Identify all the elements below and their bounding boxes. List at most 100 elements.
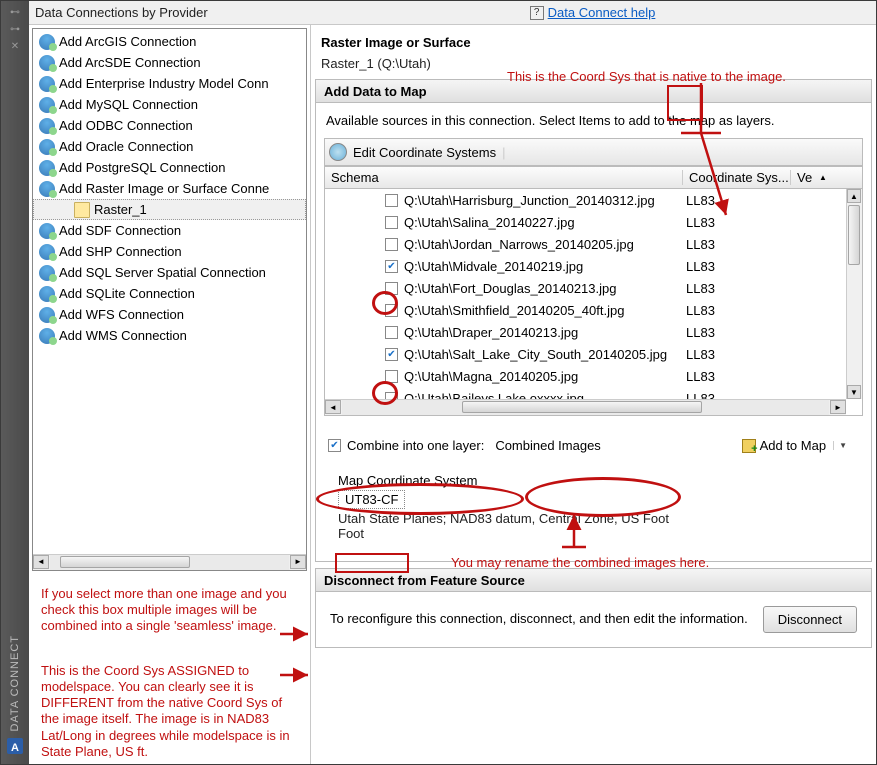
tree-item[interactable]: Add WMS Connection bbox=[33, 325, 306, 346]
row-checkbox[interactable] bbox=[385, 304, 398, 317]
connection-icon bbox=[39, 244, 55, 260]
tree-item[interactable]: Add Raster Image or Surface Conne bbox=[33, 178, 306, 199]
row-checkbox[interactable] bbox=[385, 216, 398, 229]
connection-icon bbox=[39, 97, 55, 113]
connection-icon bbox=[39, 181, 55, 197]
help-icon: ? bbox=[530, 6, 544, 20]
app-logo-icon: A bbox=[7, 738, 23, 754]
mcs-title: Map Coordinate System bbox=[338, 467, 857, 490]
edit-cs-button[interactable]: Edit Coordinate Systems bbox=[353, 145, 496, 160]
row-checkbox[interactable] bbox=[385, 194, 398, 207]
connection-icon bbox=[39, 307, 55, 323]
row-path: Q:\Utah\Smithfield_20140205_40ft.jpg bbox=[404, 303, 686, 318]
tree-item[interactable]: Add SDF Connection bbox=[33, 220, 306, 241]
table-row[interactable]: Q:\Utah\Magna_20140205.jpgLL83 bbox=[325, 365, 862, 387]
combine-name-input[interactable] bbox=[490, 435, 638, 456]
globe-icon bbox=[329, 143, 347, 161]
row-cs: LL83 bbox=[686, 369, 794, 384]
section-add-data-header: Add Data to Map bbox=[315, 79, 872, 103]
row-cs: LL83 bbox=[686, 193, 794, 208]
row-checkbox[interactable] bbox=[385, 260, 398, 273]
combine-label: Combine into one layer: bbox=[347, 438, 484, 453]
side-tab-label[interactable]: DATA CONNECT bbox=[9, 635, 21, 732]
row-checkbox[interactable] bbox=[385, 326, 398, 339]
table-row[interactable]: Q:\Utah\Salt_Lake_City_South_20140205.jp… bbox=[325, 343, 862, 365]
row-cs: LL83 bbox=[686, 347, 794, 362]
row-path: Q:\Utah\Salt_Lake_City_South_20140205.jp… bbox=[404, 347, 686, 362]
disconnect-text: To reconfigure this connection, disconne… bbox=[330, 611, 751, 628]
connection-icon bbox=[39, 34, 55, 50]
pin-icon[interactable]: ⊶ bbox=[10, 24, 20, 35]
row-path: Q:\Utah\Draper_20140213.jpg bbox=[404, 325, 686, 340]
provider-tree[interactable]: Add ArcGIS ConnectionAdd ArcSDE Connecti… bbox=[32, 28, 307, 571]
add-to-map-button[interactable]: Add to Map ▼ bbox=[736, 434, 853, 457]
row-path: Q:\Utah\Salina_20140227.jpg bbox=[404, 215, 686, 230]
connection-icon bbox=[39, 265, 55, 281]
connection-icon bbox=[39, 55, 55, 71]
h-scrollbar[interactable]: ◄► bbox=[325, 399, 846, 415]
v-scrollbar[interactable]: ▲▼ bbox=[846, 189, 862, 399]
tree-item[interactable]: Add SQL Server Spatial Connection bbox=[33, 262, 306, 283]
h-scrollbar[interactable]: ◄► bbox=[33, 554, 306, 570]
col-schema[interactable]: Schema bbox=[325, 170, 683, 185]
mcs-desc: Utah State Planes; NAD83 datum, Central … bbox=[338, 509, 857, 543]
connection-icon bbox=[39, 76, 55, 92]
table-row[interactable]: Q:\Utah\Fort_Douglas_20140213.jpgLL83 bbox=[325, 277, 862, 299]
tree-item[interactable]: Add SQLite Connection bbox=[33, 283, 306, 304]
row-cs: LL83 bbox=[686, 237, 794, 252]
row-path: Q:\Utah\Fort_Douglas_20140213.jpg bbox=[404, 281, 686, 296]
row-cs: LL83 bbox=[686, 259, 794, 274]
tree-item[interactable]: Add Oracle Connection bbox=[33, 136, 306, 157]
connection-icon bbox=[39, 139, 55, 155]
table-row[interactable]: Q:\Utah\Smithfield_20140205_40ft.jpgLL83 bbox=[325, 299, 862, 321]
row-path: Q:\Utah\Magna_20140205.jpg bbox=[404, 369, 686, 384]
side-tab-bar: ⊷ ⊶ ✕ DATA CONNECT A bbox=[1, 1, 29, 764]
raster-name: Raster_1 (Q:\Utah) bbox=[315, 54, 872, 79]
add-to-map-icon bbox=[742, 439, 756, 453]
row-path: Q:\Utah\Harrisburg_Junction_20140312.jpg bbox=[404, 193, 686, 208]
col-version[interactable]: Ve bbox=[791, 170, 815, 185]
help-link[interactable]: Data Connect help bbox=[548, 5, 656, 20]
table-row[interactable]: Q:\Utah\Midvale_20140219.jpgLL83 bbox=[325, 255, 862, 277]
mcs-code[interactable]: UT83-CF bbox=[338, 490, 405, 509]
connection-icon bbox=[39, 286, 55, 302]
tree-item[interactable]: Add Enterprise Industry Model Conn bbox=[33, 73, 306, 94]
table-row[interactable]: Q:\Utah\Salina_20140227.jpgLL83 bbox=[325, 211, 862, 233]
connection-icon bbox=[39, 328, 55, 344]
tree-item[interactable]: Add ArcSDE Connection bbox=[33, 52, 306, 73]
sources-table[interactable]: Schema Coordinate Sys... Ve ▲ Q:\Utah\Ha… bbox=[324, 166, 863, 416]
sources-toolbar: Edit Coordinate Systems | bbox=[324, 138, 863, 166]
row-cs: LL83 bbox=[686, 215, 794, 230]
x-icon[interactable]: ✕ bbox=[11, 41, 19, 52]
row-checkbox[interactable] bbox=[385, 370, 398, 383]
section-disconnect-header: Disconnect from Feature Source bbox=[315, 568, 872, 592]
panel-title: Data Connections by Provider bbox=[29, 5, 309, 20]
pin-icon[interactable]: ⊷ bbox=[10, 7, 20, 18]
connection-icon bbox=[39, 223, 55, 239]
tree-item[interactable]: Add SHP Connection bbox=[33, 241, 306, 262]
tree-item[interactable]: Add PostgreSQL Connection bbox=[33, 157, 306, 178]
annotation-combine: If you select more than one image and yo… bbox=[29, 574, 310, 639]
tree-item-raster-child[interactable]: Raster_1 bbox=[33, 199, 306, 220]
chevron-down-icon[interactable]: ▼ bbox=[833, 441, 847, 450]
table-row[interactable]: Q:\Utah\Draper_20140213.jpgLL83 bbox=[325, 321, 862, 343]
tree-item[interactable]: Add ODBC Connection bbox=[33, 115, 306, 136]
row-checkbox[interactable] bbox=[385, 238, 398, 251]
table-row[interactable]: Q:\Utah\Jordan_Narrows_20140205.jpgLL83 bbox=[325, 233, 862, 255]
combine-checkbox[interactable] bbox=[328, 439, 341, 452]
tree-item[interactable]: Add ArcGIS Connection bbox=[33, 31, 306, 52]
col-coord-sys[interactable]: Coordinate Sys... bbox=[683, 170, 791, 185]
table-row[interactable]: Q:\Utah\Harrisburg_Junction_20140312.jpg… bbox=[325, 189, 862, 211]
row-path: Q:\Utah\Midvale_20140219.jpg bbox=[404, 259, 686, 274]
row-cs: LL83 bbox=[686, 281, 794, 296]
row-checkbox[interactable] bbox=[385, 282, 398, 295]
tree-item[interactable]: Add WFS Connection bbox=[33, 304, 306, 325]
available-sources-text: Available sources in this connection. Se… bbox=[324, 111, 863, 138]
disconnect-button[interactable]: Disconnect bbox=[763, 606, 857, 633]
annotation-coord-sys: This is the Coord Sys ASSIGNED to models… bbox=[29, 639, 310, 765]
folder-icon bbox=[74, 202, 90, 218]
row-path: Q:\Utah\Jordan_Narrows_20140205.jpg bbox=[404, 237, 686, 252]
tree-item[interactable]: Add MySQL Connection bbox=[33, 94, 306, 115]
connection-icon bbox=[39, 118, 55, 134]
row-checkbox[interactable] bbox=[385, 348, 398, 361]
